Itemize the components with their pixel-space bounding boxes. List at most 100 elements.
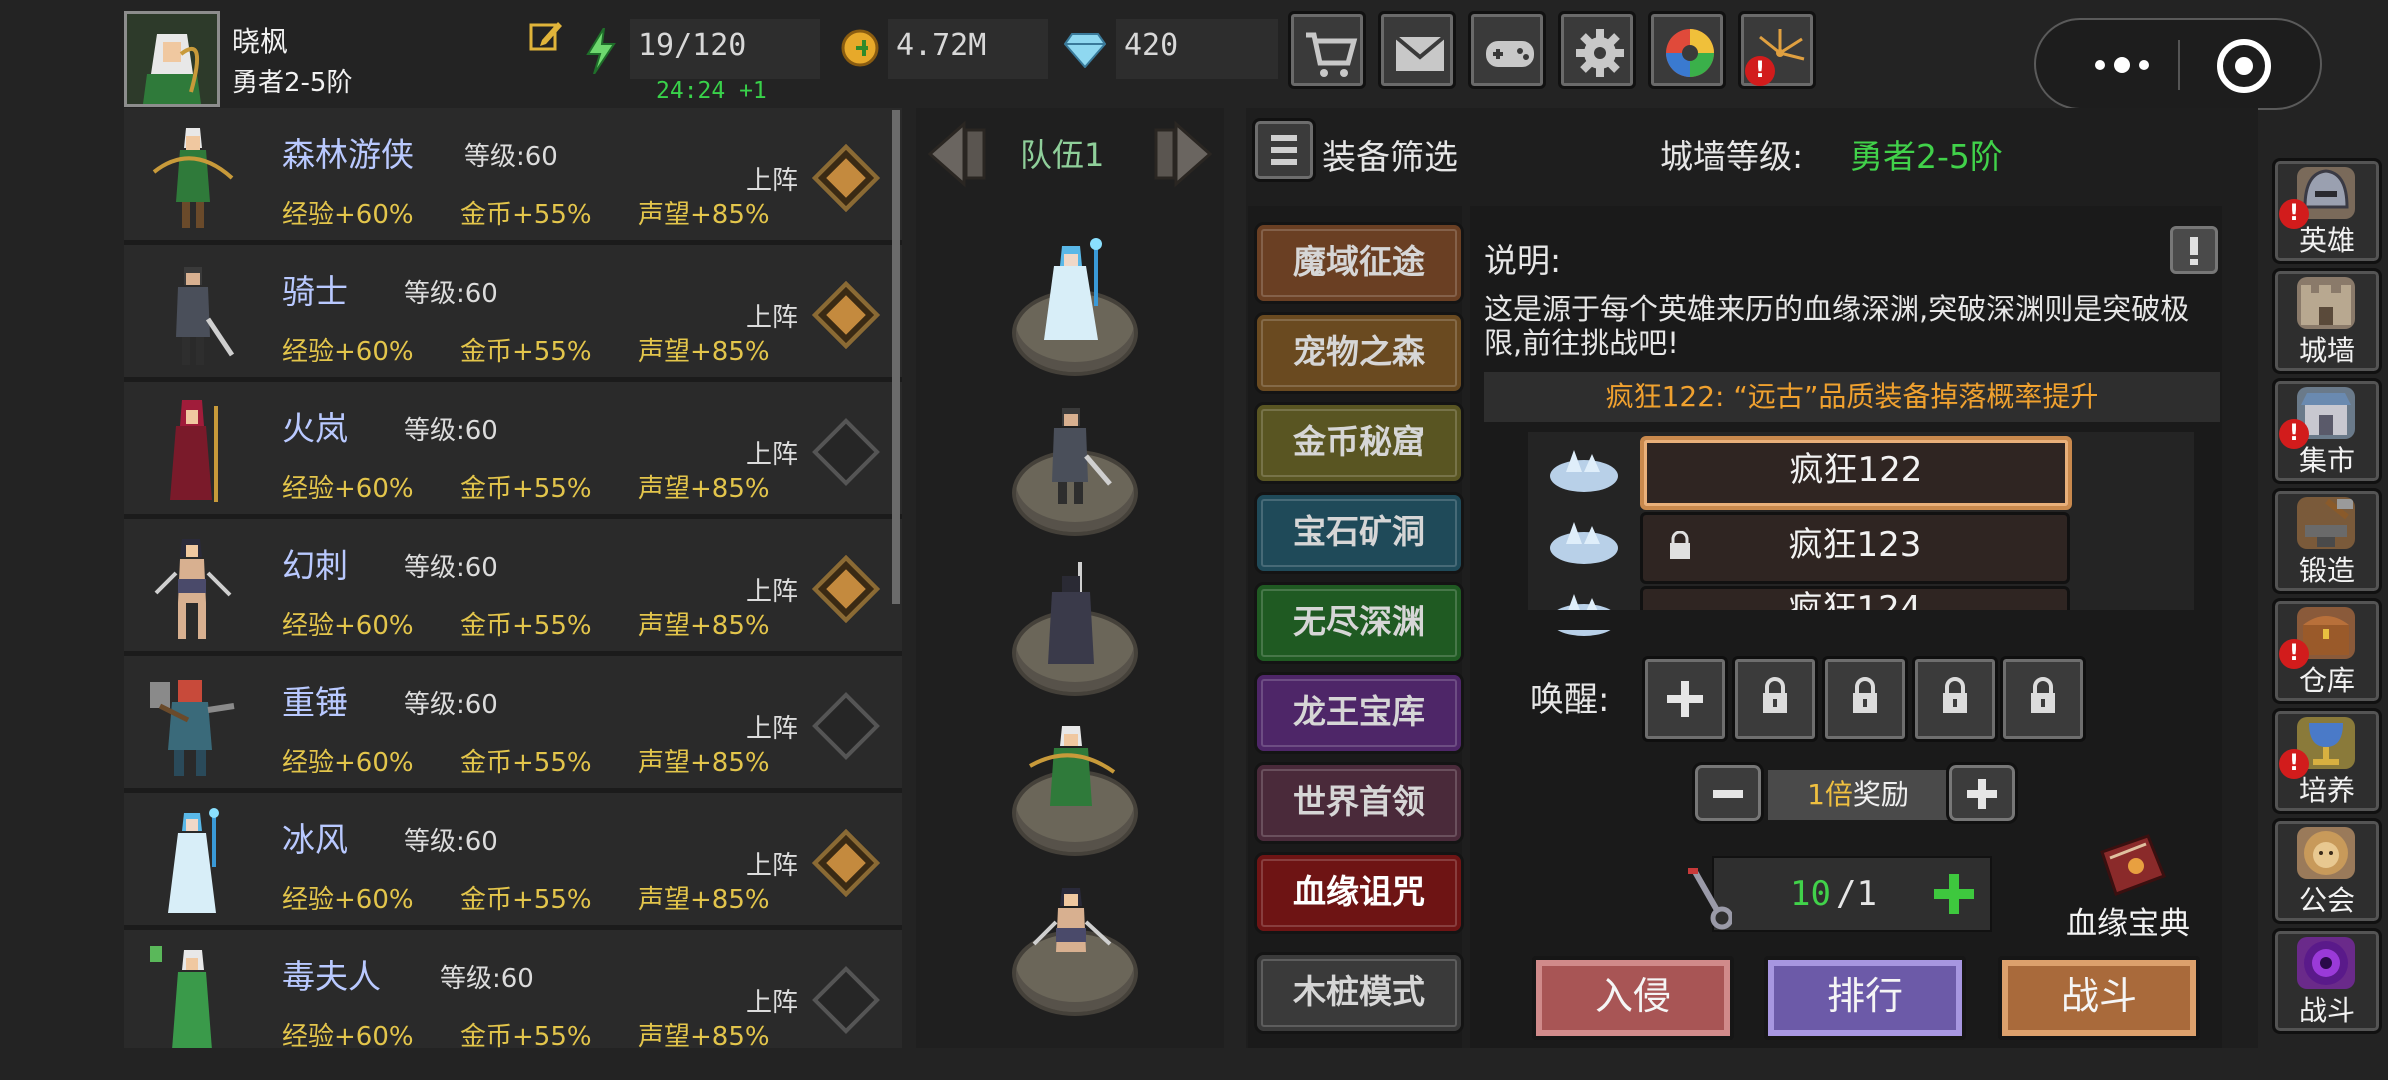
deploy-toggle[interactable] xyxy=(812,144,880,212)
exp-bonus: 经验+60% xyxy=(282,611,414,641)
mode-dragon-vault-button[interactable]: 龙王宝库 xyxy=(1254,672,1464,754)
sidebar-warehouse-button[interactable]: ! 仓库 xyxy=(2272,598,2382,704)
equipment-filter-button[interactable] xyxy=(1252,118,1316,182)
edit-name-icon[interactable] xyxy=(528,18,564,54)
anvil-hammer-icon xyxy=(2297,497,2355,549)
exp-bonus: 经验+60% xyxy=(282,1022,414,1048)
hero-name: 毒夫人 xyxy=(282,957,381,996)
difficulty-level-label: 疯狂122 xyxy=(1789,450,1923,490)
mail-button[interactable] xyxy=(1378,11,1456,89)
difficulty-level-row[interactable]: 疯狂123 xyxy=(1640,512,2070,584)
description-title: 说明: xyxy=(1484,241,1562,280)
deploy-toggle[interactable] xyxy=(812,966,880,1034)
reward-decrease-button[interactable] xyxy=(1692,762,1764,824)
awaken-locked-slot[interactable] xyxy=(1912,656,1998,742)
exp-bonus: 经验+60% xyxy=(282,474,414,504)
sidebar-market-button[interactable]: ! 集市 xyxy=(2272,378,2382,484)
mode-demon-realm-button[interactable]: 魔域征途 xyxy=(1254,222,1464,304)
mode-gold-cave-button[interactable]: 金币秘窟 xyxy=(1254,402,1464,484)
settings-button[interactable] xyxy=(1558,11,1636,89)
hero-row[interactable]: 骑士 等级:60 经验+60% 金币+55% 声望+85% 上阵 xyxy=(124,245,902,382)
ranking-button[interactable]: 排行 xyxy=(1764,956,1966,1040)
mode-pet-forest-button[interactable]: 宠物之森 xyxy=(1254,312,1464,394)
difficulty-level-row-selected[interactable]: 疯狂122 xyxy=(1640,436,2072,510)
guild-lion-icon xyxy=(2297,827,2355,879)
hero-level: 等级:60 xyxy=(464,142,558,172)
close-miniapp-button[interactable] xyxy=(2214,36,2274,96)
team-assassin-icon xyxy=(1032,888,1112,952)
gold-value: 4.72M xyxy=(896,28,987,63)
sidebar-label: 英雄 xyxy=(2298,224,2355,257)
hero-list[interactable]: 森林游侠 等级:60 经验+60% 金币+55% 声望+85% 上阵 骑士 等级… xyxy=(124,108,902,1048)
gems-value: 420 xyxy=(1124,28,1179,63)
reward-multiplier: 1倍 xyxy=(1807,778,1853,811)
mode-training-dummy-button[interactable]: 木桩模式 xyxy=(1254,952,1464,1034)
description-text: 这是源于每个英雄来历的血缘深渊,突破深渊则是突破极限,前往挑战吧! xyxy=(1484,292,2190,360)
shop-button[interactable] xyxy=(1288,11,1366,89)
info-button[interactable] xyxy=(2170,226,2218,274)
sidebar-label: 城墙 xyxy=(2298,334,2355,367)
gold-coin-icon xyxy=(840,28,880,68)
energy-timer: 24:24 +1 xyxy=(656,78,767,104)
mode-world-boss-button[interactable]: 世界首领 xyxy=(1254,762,1464,844)
deploy-toggle[interactable] xyxy=(812,692,880,760)
invade-button[interactable]: 入侵 xyxy=(1532,956,1734,1040)
hero-level: 等级:60 xyxy=(404,553,498,583)
mode-blood-curse-button[interactable]: 血缘诅咒 xyxy=(1254,852,1464,934)
poison-lady-sprite-icon xyxy=(150,946,212,1048)
hero-list-scrollbar[interactable] xyxy=(892,110,900,604)
team-next-button[interactable] xyxy=(1150,118,1222,190)
gamepad-button[interactable] xyxy=(1468,11,1546,89)
hero-name: 火岚 xyxy=(282,409,348,448)
awaken-locked-slot[interactable] xyxy=(1732,656,1818,742)
sidebar-battle-button[interactable]: 战斗 xyxy=(2272,928,2382,1034)
exp-bonus: 经验+60% xyxy=(282,748,414,778)
sidebar-cultivate-button[interactable]: ! 培养 xyxy=(2272,708,2382,814)
deploy-toggle[interactable] xyxy=(812,281,880,349)
fireworks-button[interactable]: ! xyxy=(1738,11,1816,89)
more-menu-button[interactable] xyxy=(2076,42,2172,88)
exp-bonus: 经验+60% xyxy=(282,200,414,230)
battle-button[interactable]: 战斗 xyxy=(1998,956,2200,1040)
sidebar-forge-button[interactable]: 锻造 xyxy=(2272,488,2382,594)
level-list-mask xyxy=(1528,610,2194,630)
add-tickets-button[interactable] xyxy=(1932,870,1976,918)
lock-icon xyxy=(2031,677,2055,713)
deploy-toggle[interactable] xyxy=(812,555,880,623)
bloodline-codex-label[interactable]: 血缘宝典 xyxy=(2066,898,2190,943)
awaken-locked-slot[interactable] xyxy=(1822,656,1908,742)
team-prev-button[interactable] xyxy=(918,118,990,190)
mode-gem-mine-button[interactable]: 宝石矿洞 xyxy=(1254,492,1464,574)
difficulty-bonus-text: 疯狂122: “远古”品质装备掉落概率提升 xyxy=(1484,372,2220,422)
awaken-add-slot[interactable] xyxy=(1642,656,1728,742)
deploy-toggle[interactable] xyxy=(812,829,880,897)
lock-icon xyxy=(1853,677,1877,713)
exclamation-icon xyxy=(2190,237,2198,265)
hero-level: 等级:60 xyxy=(404,416,498,446)
team-ice-mage-icon xyxy=(1044,238,1102,340)
hero-row[interactable]: 森林游侠 等级:60 经验+60% 金币+55% 声望+85% 上阵 xyxy=(124,108,902,245)
gold-bonus: 金币+55% xyxy=(460,200,592,230)
knight-sprite-icon xyxy=(176,267,235,365)
color-wheel-button[interactable] xyxy=(1648,11,1726,89)
player-avatar[interactable] xyxy=(124,11,220,107)
sidebar-wall-button[interactable]: 城墙 xyxy=(2272,268,2382,374)
sidebar-guild-button[interactable]: 公会 xyxy=(2272,818,2382,924)
more-dots-icon xyxy=(2095,57,2149,73)
sidebar-label: 集市 xyxy=(2298,444,2355,477)
sidebar-heroes-button[interactable]: ! 英雄 xyxy=(2272,158,2382,264)
hero-row[interactable]: 冰风 等级:60 经验+60% 金币+55% 声望+85% 上阵 xyxy=(124,793,902,930)
hero-row[interactable]: 毒夫人 等级:60 经验+60% 金币+55% 声望+85% 上阵 xyxy=(124,930,902,1048)
deploy-toggle[interactable] xyxy=(812,418,880,486)
hero-row[interactable]: 幻刺 等级:60 经验+60% 金币+55% 声望+85% 上阵 xyxy=(124,519,902,656)
mode-endless-abyss-button[interactable]: 无尽深渊 xyxy=(1254,582,1464,664)
hero-level: 等级:60 xyxy=(404,279,498,309)
awaken-locked-slot[interactable] xyxy=(2000,656,2086,742)
equipment-filter-label[interactable]: 装备筛选 xyxy=(1322,130,1458,179)
reward-increase-button[interactable] xyxy=(1946,762,2018,824)
bloodline-codex-icon[interactable] xyxy=(2092,832,2172,904)
hero-row[interactable]: 重锤 等级:60 经验+60% 金币+55% 声望+85% 上阵 xyxy=(124,656,902,793)
hero-row[interactable]: 火岚 等级:60 经验+60% 金币+55% 声望+85% 上阵 xyxy=(124,382,902,519)
ice-mage-sprite-icon xyxy=(168,808,219,913)
sidebar-label: 公会 xyxy=(2298,884,2355,917)
